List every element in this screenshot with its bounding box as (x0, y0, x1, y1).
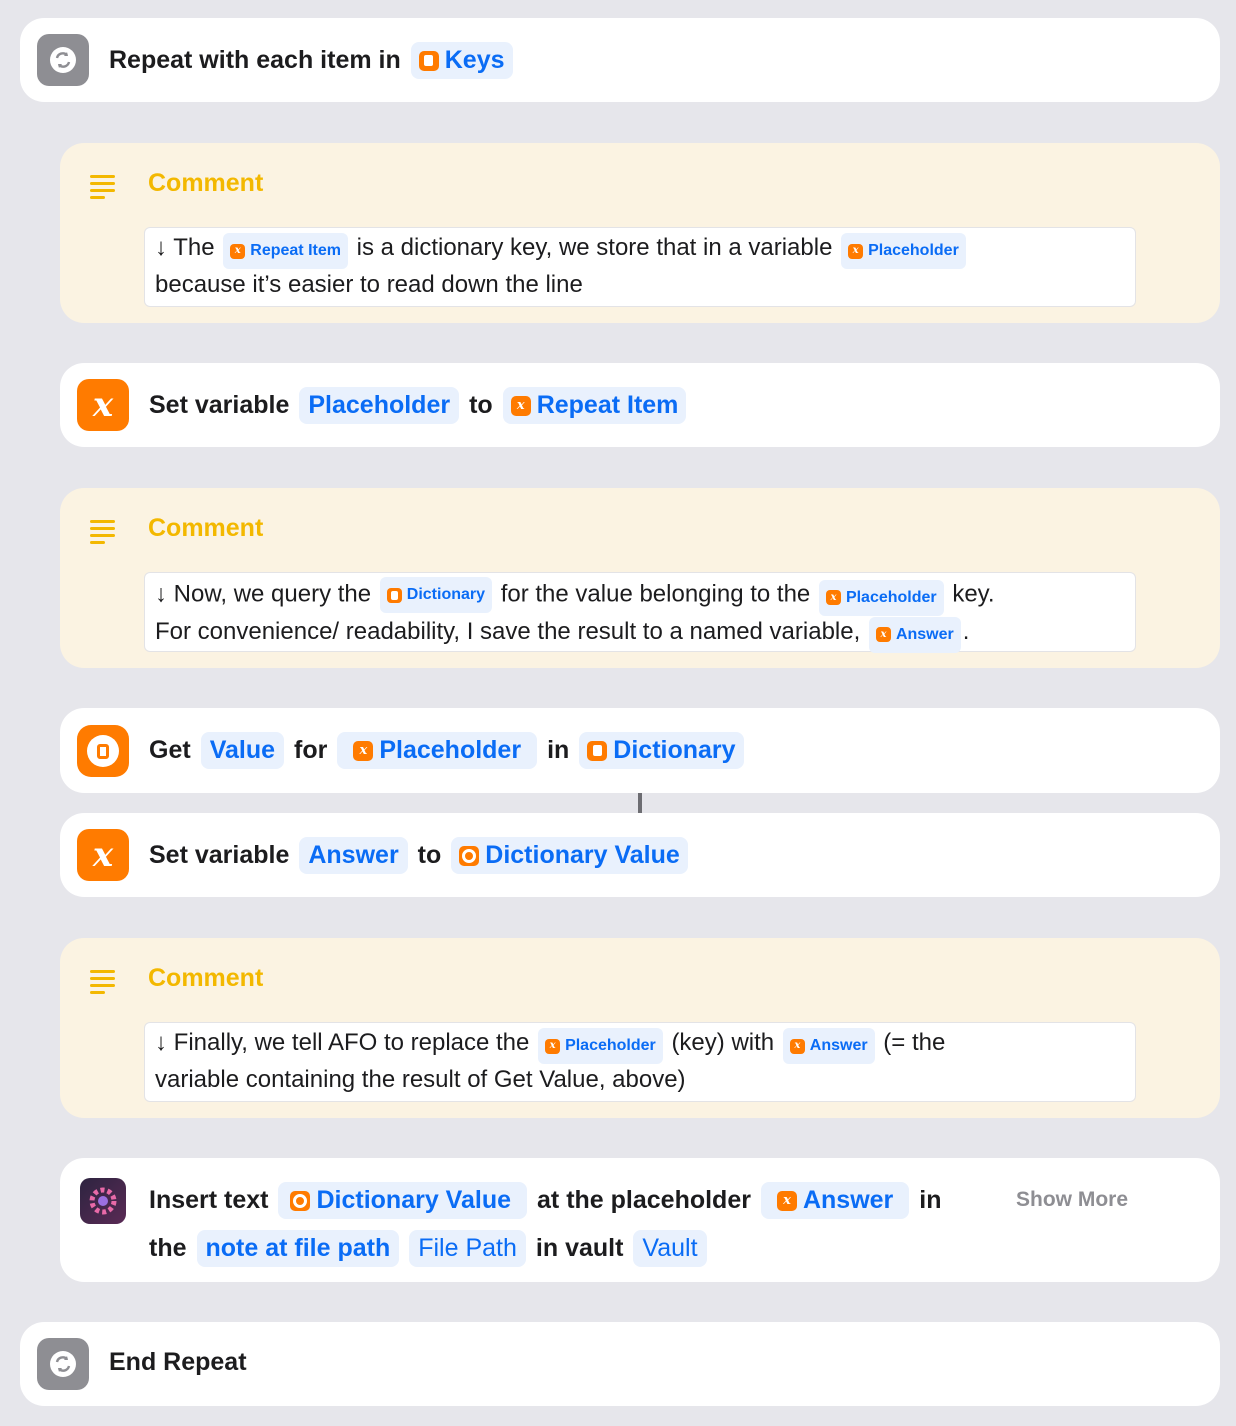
comment-card-1[interactable]: Comment ↓ The x Repeat Item is a dictiona… (60, 143, 1220, 323)
placeholder-key-pill[interactable]: x Placeholder (337, 732, 538, 769)
set-variable-label: Set variable (149, 391, 290, 419)
action-connector (638, 793, 642, 813)
to-label: to (469, 391, 493, 419)
comment-text-field[interactable]: ↓ Now, we query the Dictionary for the v… (144, 572, 1136, 653)
dictionary-value-pill[interactable]: Dictionary Value (451, 837, 688, 874)
dictionary-value-pill[interactable]: Dictionary Value (278, 1182, 528, 1219)
set-variable-label: Set variable (149, 841, 290, 869)
in-label: in (919, 1186, 942, 1214)
variable-name-pill[interactable]: Answer (299, 837, 408, 874)
comment-card-3[interactable]: Comment ↓ Finally, we tell AFO to replac… (60, 938, 1220, 1118)
answer-token[interactable]: x Answer (782, 1028, 875, 1064)
get-value-card[interactable]: Get Value for x Placeholder in Dictionary (60, 708, 1220, 793)
comment-title: Comment (148, 964, 264, 992)
dictionary-token[interactable]: Dictionary (379, 577, 493, 613)
in-vault-label: in vault (535, 1234, 624, 1262)
repeat-label: Repeat with each item in (109, 46, 401, 74)
insert-text-label: Insert text (149, 1186, 269, 1214)
vault-pill[interactable]: Vault (633, 1230, 707, 1267)
comment-text-field[interactable]: ↓ Finally, we tell AFO to replace the xP… (144, 1022, 1136, 1102)
target-pill[interactable]: note at file path (196, 1230, 400, 1267)
repeat-item-pill[interactable]: x Repeat Item (502, 387, 687, 424)
the-label: the (149, 1234, 187, 1262)
comment-icon (90, 520, 115, 544)
end-repeat-card[interactable]: End Repeat (20, 1322, 1220, 1406)
set-variable-card-2[interactable]: x Set variable Answer to Dictionary Valu… (60, 813, 1220, 897)
value-pill[interactable]: Value (200, 732, 285, 769)
dictionary-icon (418, 50, 439, 71)
repeat-item-token[interactable]: x Repeat Item (223, 233, 348, 269)
set-variable-card-1[interactable]: x Set variable Placeholder to x Repeat It… (60, 363, 1220, 447)
variable-icon: x (77, 379, 129, 431)
at-placeholder-label: at the placeholder (537, 1186, 751, 1214)
for-label: for (294, 736, 328, 764)
repeat-icon (37, 1338, 89, 1390)
comment-title: Comment (148, 514, 264, 542)
end-repeat-label: End Repeat (109, 1348, 247, 1376)
placeholder-token[interactable]: x Placeholder (818, 579, 944, 616)
comment-title: Comment (148, 169, 264, 197)
to-label: to (417, 841, 442, 869)
comment-text-field[interactable]: ↓ The x Repeat Item is a dictionary key, … (144, 227, 1136, 307)
placeholder-token[interactable]: x Placeholder (841, 233, 966, 269)
show-more-button[interactable]: Show More (1016, 1188, 1128, 1212)
repeat-icon (37, 34, 89, 86)
file-path-pill[interactable]: File Path (409, 1230, 526, 1267)
comment-icon (90, 970, 115, 994)
placeholder-token[interactable]: x Placeholder (538, 1028, 663, 1064)
variable-name-pill[interactable]: Placeholder (299, 387, 460, 424)
variable-icon: x (77, 829, 129, 881)
answer-pill[interactable]: x Answer (760, 1182, 910, 1219)
answer-token[interactable]: x Answer (868, 616, 961, 653)
keys-variable-pill[interactable]: Keys (410, 42, 513, 79)
comment-card-2[interactable]: Comment ↓ Now, we query the Dictionary f… (60, 488, 1220, 668)
insert-text-card[interactable]: Insert text Dictionary Value at the plac… (60, 1158, 1220, 1282)
in-label: in (547, 736, 570, 764)
comment-icon (90, 175, 115, 199)
dictionary-pill[interactable]: Dictionary (579, 732, 744, 769)
repeat-action-card[interactable]: Repeat with each item in Keys (20, 18, 1220, 102)
obsidian-app-icon (80, 1178, 126, 1224)
dictionary-action-icon (77, 725, 129, 777)
get-label: Get (149, 736, 191, 764)
